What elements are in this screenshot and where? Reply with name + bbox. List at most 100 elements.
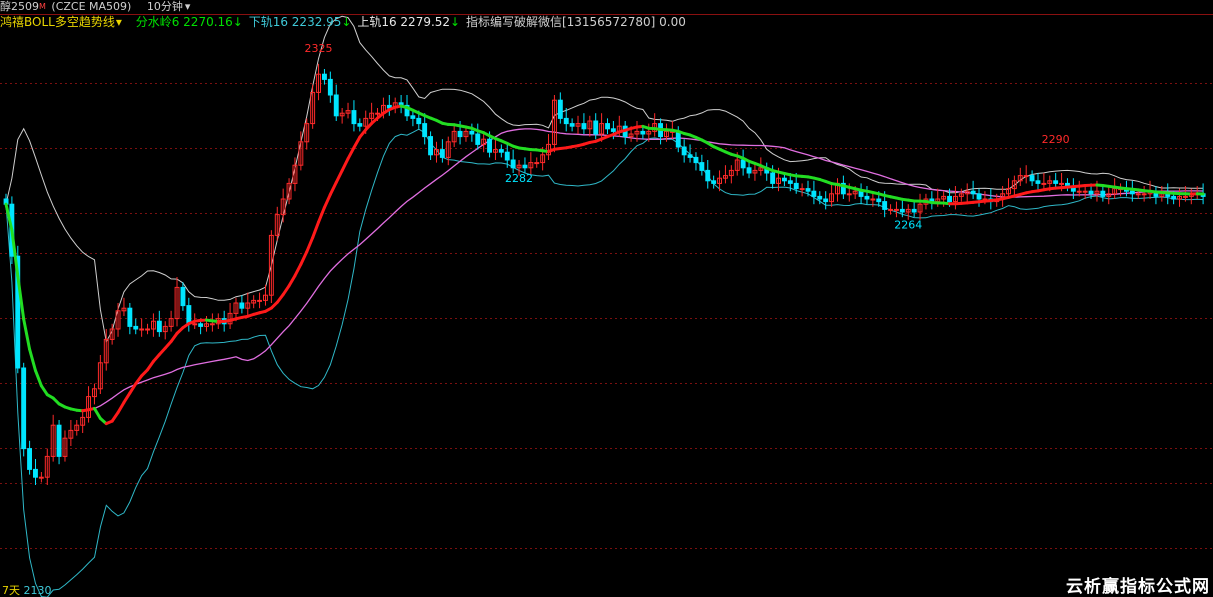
candle-body [192, 323, 198, 326]
candle-body [864, 195, 870, 200]
trend-midline-segment [146, 359, 155, 372]
candle-body [357, 123, 363, 127]
trend-midline-segment [334, 169, 344, 184]
candle-body [605, 123, 610, 130]
trend-midline-segment [317, 205, 326, 224]
legend-label: 分水岭6 [135, 15, 180, 29]
high-price-label: 2325 [305, 42, 333, 55]
candle-body [487, 138, 493, 153]
candle-body [970, 190, 976, 195]
candle-body [640, 130, 646, 135]
legend-label: 上轨16 [357, 15, 397, 29]
candle-body [693, 156, 699, 164]
trend-midline-segment [352, 135, 362, 150]
candle-body [876, 198, 882, 203]
candle-body [569, 123, 575, 127]
indicator-selector[interactable]: 鸿禧BOLL多空趋势线▾ [0, 14, 122, 30]
period-label: 10分钟 [146, 0, 183, 13]
candle-body [911, 208, 917, 213]
arrow-down-icon: ↓ [450, 15, 461, 29]
candle-body [1029, 175, 1035, 182]
lower-band-line [5, 128, 1204, 597]
low-price-label: 2282 [505, 172, 533, 185]
candle-body [699, 162, 705, 171]
candle-body [1171, 195, 1177, 200]
candle-body [888, 208, 893, 211]
exchange-code: (CZCE MA509) [51, 0, 132, 13]
trend-midline-segment [116, 400, 126, 415]
candle-body [846, 193, 852, 196]
trend-midline-segment [340, 157, 350, 173]
candle-body [428, 136, 434, 156]
candle-body [799, 188, 805, 191]
legend-item-author: 指标编写破解微信[13156572780] 0.00 [466, 14, 686, 30]
candle-body [793, 182, 799, 190]
candle-body [422, 123, 428, 138]
candle-body [581, 123, 587, 130]
bottom-left-info: 7天 2130 [2, 585, 52, 597]
candle-body [1129, 190, 1135, 195]
trend-midline-segment [169, 331, 179, 344]
candle-body [1035, 180, 1041, 184]
trend-midline-segment [39, 384, 49, 397]
candle-body [1076, 190, 1082, 193]
candle-body [1059, 182, 1064, 185]
candle-body [510, 159, 516, 169]
legend-item-lower-band: 下轨16 2232.95↓ [249, 14, 352, 30]
symbol-name[interactable]: 醇2509 [0, 0, 39, 14]
trend-midline-segment [328, 180, 338, 196]
trend-midline-segment [122, 391, 132, 404]
candle-body [333, 94, 339, 117]
candle-body [21, 367, 27, 450]
candle-body [947, 195, 952, 203]
candle-body [711, 180, 717, 184]
candle-body [410, 115, 416, 119]
candle-body [56, 424, 62, 457]
legend-value: 2279.52 [400, 15, 451, 29]
candle-body [681, 146, 687, 156]
legend-value: 2270.16 [183, 15, 233, 29]
trend-midline-segment [293, 262, 303, 278]
candle-body [787, 180, 793, 184]
candle-body [239, 302, 245, 309]
candle-body [139, 328, 145, 331]
candle-body [882, 201, 888, 210]
candle-body [770, 172, 776, 184]
arrow-down-icon: ↓ [232, 15, 243, 29]
candle-body [475, 133, 481, 145]
top-bar: 醇2509M (CZCE MA509) 10分钟 ▾ [0, 0, 1213, 14]
candle-body [1183, 195, 1188, 198]
ma-line [5, 128, 1204, 412]
legend-value: 2232.95 [291, 15, 342, 29]
candle-body [817, 195, 823, 200]
candle-body [38, 476, 44, 479]
trend-midline-segment [110, 411, 120, 423]
candle-body [1082, 190, 1088, 193]
candle-body [33, 468, 38, 478]
candle-body [805, 188, 811, 192]
trend-midline-segment [281, 284, 291, 297]
trend-midline-segment [305, 236, 315, 254]
chevron-down-icon: ▾ [115, 15, 122, 29]
candle-body [870, 198, 876, 201]
candle-body [1023, 175, 1029, 178]
candle-body [1041, 182, 1047, 185]
candle-body [439, 149, 445, 158]
candle-body [1053, 180, 1059, 184]
legend-label: 指标编写破解微信[13156572780] [465, 15, 656, 29]
candle-body [522, 164, 528, 169]
indicator-legend: 鸿禧BOLL多空趋势线▾ 分水岭6 2270.16↓ 下轨16 2232.95↓… [0, 14, 686, 30]
candle-body [1135, 193, 1141, 196]
candle-body [498, 149, 504, 153]
candle-body [811, 190, 817, 197]
trend-midline-segment [346, 146, 356, 161]
candle-body [610, 128, 616, 132]
candle-body [416, 117, 422, 125]
candle-body [469, 130, 475, 135]
candle-body [563, 117, 569, 125]
candle-body [27, 448, 33, 470]
period-selector[interactable]: 10分钟 ▾ [147, 0, 191, 14]
candle-body [705, 169, 711, 182]
candle-body [375, 112, 381, 115]
low-price-label: 2264 [894, 219, 922, 232]
